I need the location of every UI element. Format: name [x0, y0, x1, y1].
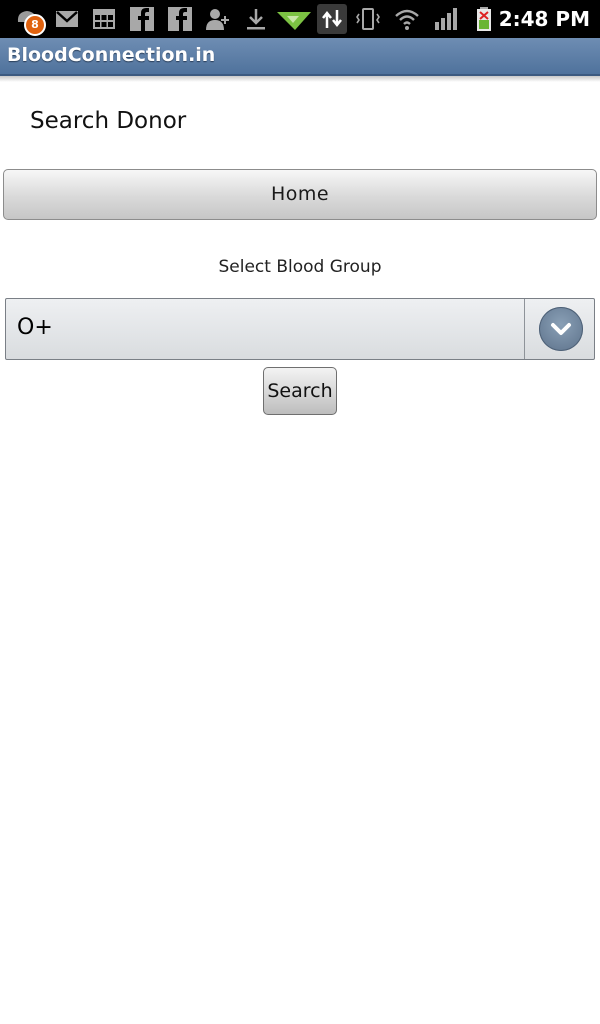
calendar-icon	[93, 9, 115, 29]
app-title: BloodConnection.in	[7, 44, 216, 66]
add-contact-icon	[206, 9, 229, 30]
download-icon	[247, 9, 265, 30]
blood-group-label: Select Blood Group	[218, 257, 382, 277]
selected-blood-group: O+	[17, 315, 53, 340]
notification-count-badge: 8	[24, 14, 46, 36]
chevron-down-icon	[551, 323, 571, 335]
page-title: Search Donor	[30, 108, 187, 134]
app-title-bar: BloodConnection.in	[0, 38, 600, 76]
title-bar-shadow	[0, 76, 600, 82]
search-button[interactable]: Search	[263, 367, 337, 415]
facebook-icon	[130, 7, 154, 31]
status-bar: 8 2:48 PM	[0, 0, 600, 38]
vibrate-icon	[356, 8, 380, 30]
battery-icon	[477, 7, 491, 31]
android-market-icon	[277, 12, 311, 30]
clock-time: 2:48 PM	[498, 7, 590, 31]
blood-group-select[interactable]: O+	[5, 298, 595, 360]
select-divider	[524, 299, 525, 359]
signal-icon	[435, 8, 457, 30]
facebook-icon	[168, 7, 192, 31]
sync-icon	[317, 4, 347, 34]
wifi-icon	[395, 9, 419, 30]
home-button[interactable]: Home	[3, 169, 597, 220]
dropdown-button[interactable]	[539, 307, 583, 351]
gmail-icon	[56, 11, 78, 27]
